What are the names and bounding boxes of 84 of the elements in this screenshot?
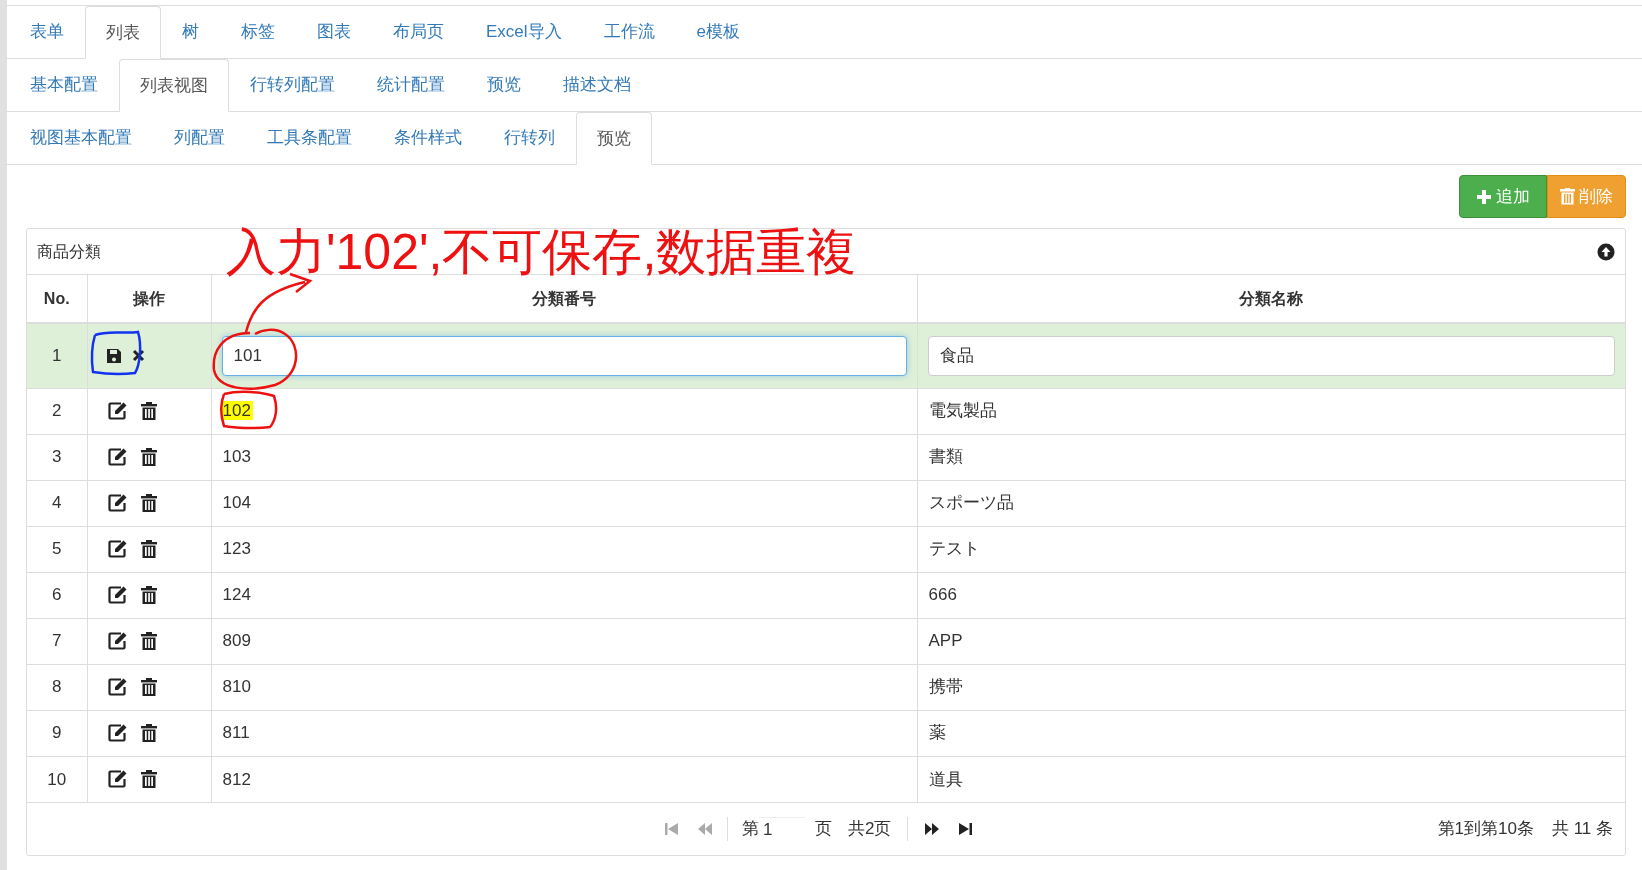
row-number: 7 xyxy=(52,631,62,651)
table-cell: 薬 xyxy=(928,723,946,743)
record-total: 共 11 条 xyxy=(1551,818,1613,841)
row-number: 3 xyxy=(52,447,62,467)
table-cell: APP xyxy=(928,631,963,651)
edit-icon[interactable] xyxy=(107,494,127,512)
tab[interactable]: 预览 xyxy=(466,58,542,111)
edit-icon[interactable] xyxy=(107,540,127,558)
tab[interactable]: 图表 xyxy=(296,5,372,58)
total-pages: 共2页 xyxy=(848,818,892,841)
table-cell-text: 809 xyxy=(221,631,252,651)
row-number: 6 xyxy=(52,585,62,605)
edit-icon[interactable] xyxy=(107,448,127,466)
table-cell: 102 xyxy=(220,401,253,421)
tab[interactable]: 统计配置 xyxy=(356,58,466,111)
close-icon[interactable] xyxy=(131,349,145,363)
tab[interactable]: 行转列配置 xyxy=(229,58,356,111)
name-input[interactable]: 食品 xyxy=(927,335,1615,376)
tab[interactable]: 工具条配置 xyxy=(246,111,373,164)
table-cell-text: 811 xyxy=(221,723,251,743)
row-number: 2 xyxy=(52,401,62,421)
edit-icon[interactable] xyxy=(107,632,127,650)
table-cell-text: 103 xyxy=(221,447,252,467)
trash-icon[interactable] xyxy=(140,448,157,466)
row-number: 10 xyxy=(47,769,67,789)
tab[interactable]: 树 xyxy=(161,5,220,58)
row-number: 5 xyxy=(52,539,62,559)
tab[interactable]: 预览 xyxy=(576,112,652,165)
tab[interactable]: Excel导入 xyxy=(465,5,583,58)
tab[interactable]: 表单 xyxy=(9,5,85,58)
table-cell: 電気製品 xyxy=(928,401,997,421)
table-cell-text: 810 xyxy=(221,677,252,697)
table-cell: 道具 xyxy=(928,769,963,789)
table-cell-text: 124 xyxy=(221,585,252,605)
next-page-icon[interactable] xyxy=(924,821,941,837)
row-number: 8 xyxy=(52,677,62,697)
row-number: 9 xyxy=(52,723,62,743)
panel-title: 商品分類 xyxy=(37,241,101,262)
tab[interactable]: 行转列 xyxy=(483,111,576,164)
table-cell: スポーツ品 xyxy=(928,493,1014,513)
plus-icon xyxy=(1476,188,1492,205)
tab[interactable]: 列表 xyxy=(85,6,161,59)
add-button[interactable]: 追加 xyxy=(1459,175,1547,218)
trash-icon[interactable] xyxy=(140,678,157,696)
trash-icon[interactable] xyxy=(140,724,157,742)
edit-icon[interactable] xyxy=(107,724,127,742)
code-input[interactable]: 101 xyxy=(221,335,907,376)
tab[interactable]: 列配置 xyxy=(153,111,246,164)
tab[interactable]: 标签 xyxy=(220,5,296,58)
edit-icon[interactable] xyxy=(107,586,127,604)
row-number: 1 xyxy=(52,346,62,365)
page-label: 页 xyxy=(815,818,832,841)
trash-icon[interactable] xyxy=(140,770,157,789)
edit-icon[interactable] xyxy=(107,402,127,420)
table-cell: 携帯 xyxy=(928,677,963,697)
tab[interactable]: 视图基本配置 xyxy=(9,111,153,164)
table-cell: テスト xyxy=(928,539,980,559)
tab[interactable]: e模板 xyxy=(675,5,762,58)
tab[interactable]: 工作流 xyxy=(582,5,676,58)
table-cell-text: 123 xyxy=(221,539,252,559)
table-cell: 書類 xyxy=(928,447,963,467)
tab[interactable]: 条件样式 xyxy=(373,111,483,164)
last-page-icon[interactable] xyxy=(958,821,975,837)
table-cell-text: 104 xyxy=(221,493,252,513)
edit-icon[interactable] xyxy=(107,678,127,696)
collapse-icon[interactable] xyxy=(1597,242,1615,261)
trash-icon[interactable] xyxy=(140,402,157,420)
edit-icon[interactable] xyxy=(107,770,127,789)
table-cell: 666 xyxy=(928,585,957,605)
tab[interactable]: 基本配置 xyxy=(9,58,119,111)
trash-icon[interactable] xyxy=(140,586,157,604)
tab[interactable]: 布局页 xyxy=(372,5,465,58)
page-input[interactable]: 1 xyxy=(759,817,805,841)
table-cell-text: 812 xyxy=(221,769,252,789)
trash-icon[interactable] xyxy=(140,632,157,650)
row-number: 4 xyxy=(52,493,62,513)
page-label: 第 xyxy=(742,818,759,841)
trash-icon xyxy=(1560,188,1575,205)
tab[interactable]: 列表视图 xyxy=(119,59,229,112)
trash-icon[interactable] xyxy=(140,494,157,512)
record-range: 第1到第10条 xyxy=(1437,818,1534,841)
save-icon[interactable] xyxy=(105,347,122,364)
trash-icon[interactable] xyxy=(140,540,157,558)
tab[interactable]: 描述文档 xyxy=(542,58,652,111)
